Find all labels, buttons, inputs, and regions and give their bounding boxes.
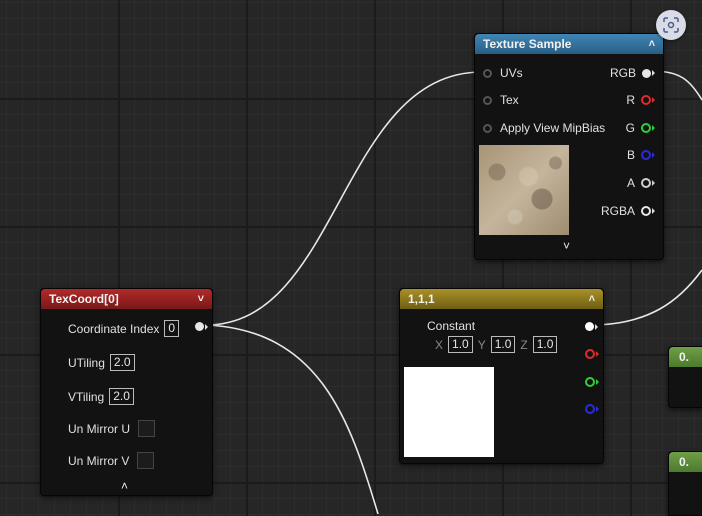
tex-label: Tex (500, 93, 519, 107)
rgba-pin[interactable] (641, 206, 655, 216)
chevron-up-icon[interactable]: ˄ (121, 479, 128, 493)
constant-color-preview (404, 367, 494, 457)
un-mirror-v-row: Un Mirror V (68, 452, 155, 469)
x-label: X (435, 337, 444, 352)
mipbias-input[interactable]: Apply View MipBias (483, 121, 605, 135)
constant-label-row: Constant (427, 319, 475, 333)
utiling-row: UTiling 2.0 (68, 354, 135, 371)
texcoord-title: TexCoord[0] (49, 292, 119, 306)
texture-sample-title: Texture Sample (483, 37, 572, 51)
constant-label: Constant (427, 319, 476, 333)
mipbias-label: Apply View MipBias (500, 121, 606, 135)
tex-input[interactable]: Tex (483, 93, 519, 107)
un-mirror-u-checkbox[interactable] (138, 420, 155, 437)
vtiling-row: VTiling 2.0 (68, 388, 134, 405)
b-pin[interactable] (641, 150, 655, 160)
partial-node-1-header[interactable]: 0. (669, 347, 702, 367)
constant-rgb-pin[interactable] (585, 322, 598, 331)
chevron-down-icon[interactable]: ˅ (563, 239, 570, 253)
rgb-label: RGB (609, 66, 636, 80)
un-mirror-u-label: Un Mirror U (68, 421, 130, 436)
partial-node-1-title: 0. (679, 350, 690, 364)
r-pin[interactable] (641, 95, 655, 105)
a-output[interactable]: A (627, 176, 655, 190)
texture-sample-header[interactable]: Texture Sample ˄ (475, 34, 663, 54)
rgba-label: RGBA (600, 204, 635, 218)
un-mirror-v-label: Un Mirror V (68, 453, 130, 468)
chevron-down-icon[interactable]: ˅ (198, 293, 204, 305)
texcoord-output-pin[interactable] (195, 322, 208, 331)
partial-node-2-title: 0. (679, 455, 690, 469)
g-pin[interactable] (641, 123, 655, 133)
constant-header[interactable]: 1,1,1 ˄ (400, 289, 603, 309)
rgb-output[interactable]: RGB (610, 66, 655, 80)
partial-node-2-header[interactable]: 0. (669, 452, 702, 472)
texture-preview (479, 145, 569, 235)
y-field[interactable]: 1.0 (490, 336, 516, 353)
wire-constant-out (589, 269, 702, 326)
texcoord-header[interactable]: TexCoord[0] ˅ (41, 289, 212, 309)
mipbias-pin[interactable] (483, 123, 492, 133)
coordinate-index-field[interactable]: 0 (164, 320, 180, 337)
rgba-output[interactable]: RGBA (601, 204, 655, 218)
vtiling-field[interactable]: 2.0 (109, 388, 134, 405)
uvs-pin[interactable] (483, 68, 492, 78)
uvs-label: UVs (500, 66, 523, 80)
chevron-up-icon[interactable]: ˄ (589, 293, 595, 305)
partial-node-1[interactable]: 0. (668, 346, 702, 408)
x-field[interactable]: 1.0 (448, 336, 473, 353)
chevron-up-icon[interactable]: ˄ (649, 38, 655, 50)
g-output[interactable]: G (626, 121, 655, 135)
constant-xyz-row: X 1.0 Y 1.0 Z 1.0 (430, 336, 558, 353)
a-label: A (626, 176, 635, 190)
texcoord-node[interactable]: TexCoord[0] ˅ Coordinate Index 0 UTiling… (40, 288, 213, 496)
partial-node-2[interactable]: 0. (668, 451, 702, 516)
y-label: Y (477, 337, 486, 352)
scan-button[interactable] (656, 10, 686, 40)
scan-icon (663, 17, 679, 33)
r-output[interactable]: R (626, 93, 655, 107)
constant-g-pin[interactable] (585, 377, 599, 387)
r-label: R (626, 93, 635, 107)
utiling-field[interactable]: 2.0 (109, 354, 135, 371)
un-mirror-u-row: Un Mirror U (68, 420, 155, 437)
g-label: G (625, 121, 635, 135)
uvs-input[interactable]: UVs (483, 66, 523, 80)
constant-title: 1,1,1 (408, 292, 435, 306)
b-output[interactable]: B (627, 148, 655, 162)
coordinate-index-row: Coordinate Index 0 (68, 320, 180, 337)
rgb-pin[interactable] (642, 68, 655, 78)
z-field[interactable]: 1.0 (532, 336, 558, 353)
utiling-label: UTiling (68, 355, 105, 370)
z-label: Z (520, 337, 528, 352)
un-mirror-v-checkbox[interactable] (137, 452, 155, 469)
coordinate-index-label: Coordinate Index (68, 321, 160, 336)
texture-sample-node[interactable]: Texture Sample ˄ UVs Tex Apply View MipB… (474, 33, 664, 260)
b-label: B (626, 148, 635, 162)
constant-b-pin[interactable] (585, 404, 599, 414)
wire-texcoord-to-bottom (205, 324, 379, 514)
vtiling-label: VTiling (68, 389, 105, 404)
constant-node[interactable]: 1,1,1 ˄ Constant X 1.0 Y 1.0 Z 1.0 (399, 288, 604, 464)
tex-pin[interactable] (483, 95, 492, 105)
constant-r-pin[interactable] (585, 349, 599, 359)
a-pin[interactable] (641, 178, 655, 188)
